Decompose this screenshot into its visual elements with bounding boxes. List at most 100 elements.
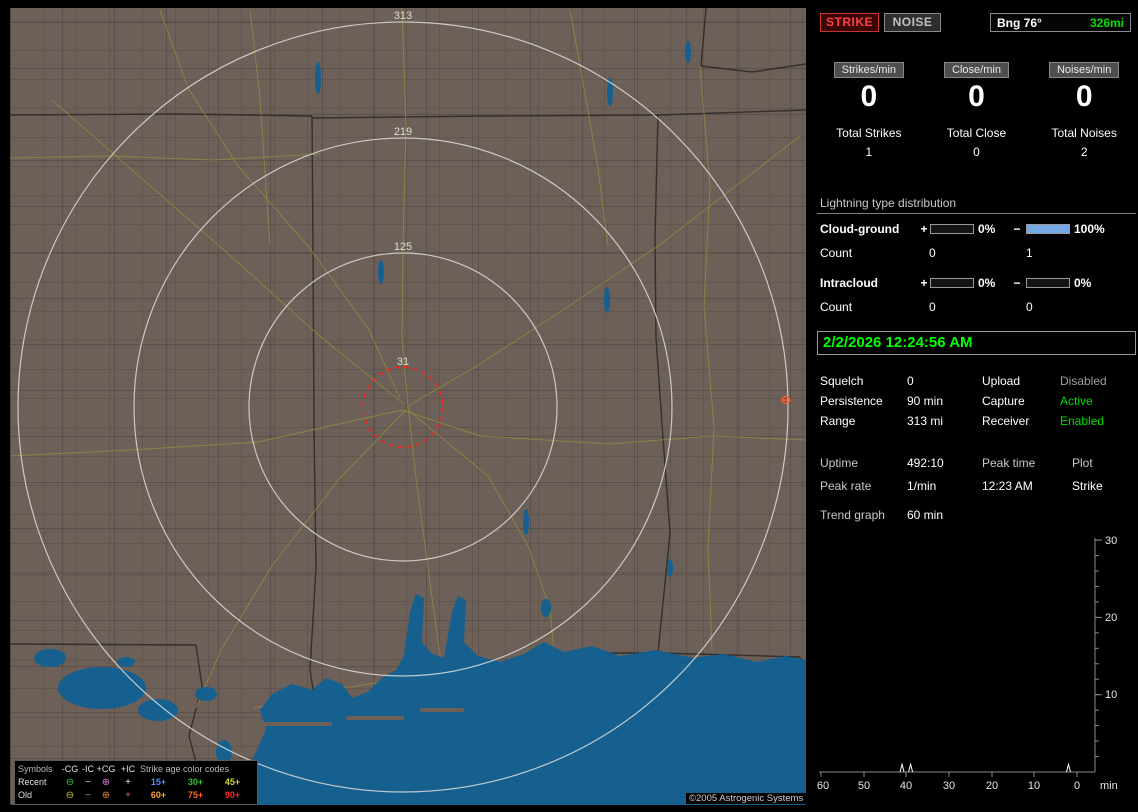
cg-plus-count: 0: [929, 246, 936, 260]
ring-label-125: 125: [394, 241, 412, 253]
legend-row-label: Old: [18, 790, 33, 800]
upload-status: Disabled: [1060, 374, 1107, 388]
noises-per-min-value: 0: [1075, 80, 1093, 113]
receiver-status: Enabled: [1060, 414, 1105, 428]
close-per-min-label: Close/min: [944, 62, 1009, 78]
trend-axes: [819, 538, 1102, 777]
svg-text:30: 30: [943, 780, 955, 792]
app-window: { "credit": "©2005 Astrogenic Systems", …: [0, 0, 1138, 812]
range-label: Range: [820, 414, 856, 428]
cg-minus-bar-fill: [1027, 225, 1069, 233]
plot-value: Strike: [1072, 479, 1103, 493]
age-code: 15+: [150, 777, 167, 787]
minus-sign: −: [1013, 276, 1021, 290]
pos-cg-symbol: ⊕: [101, 777, 111, 788]
receiver-label: Receiver: [982, 414, 1030, 428]
intracloud-label: Intracloud: [820, 276, 879, 290]
total-strikes-label: Total Strikes: [836, 126, 902, 140]
legend-header-row: Symbols -CG -IC +CG +IC Strike age color…: [18, 763, 254, 776]
peak-time-value: 12:23 AM: [982, 479, 1033, 493]
age-code: 75+: [187, 790, 204, 800]
peak-time-label: Peak time: [982, 456, 1036, 470]
cg-minus-percent: 100%: [1074, 222, 1105, 236]
capture-label: Capture: [982, 394, 1025, 408]
persistence-label: Persistence: [820, 394, 883, 408]
svg-text:10: 10: [1105, 689, 1117, 701]
plus-sign: +: [920, 222, 928, 236]
svg-text:10: 10: [1028, 780, 1040, 792]
neg-cg-symbol: ⊖: [65, 777, 75, 788]
copyright-text: ©2005 Astrogenic Systems: [686, 793, 807, 804]
cloud-ground-row: Cloud-ground + 0% − 100%: [815, 222, 1138, 238]
persistence-value: 90 min: [907, 394, 944, 408]
svg-text:40: 40: [900, 780, 912, 792]
status-panel: STRIKE NOISE Bng 76° 326mi Strikes/min 0…: [815, 0, 1138, 812]
close-alarm-ring: [362, 366, 444, 448]
strikes-per-min-label: Strikes/min: [833, 62, 905, 78]
legend-row-label: Recent: [18, 777, 47, 787]
age-code: 60+: [150, 790, 167, 800]
trend-graph-window: 60 min: [907, 508, 944, 522]
peak-rate-label: Peak rate: [820, 479, 872, 493]
svg-text:50: 50: [858, 780, 870, 792]
upload-label: Upload: [982, 374, 1021, 388]
total-close-label: Total Close: [946, 126, 1007, 140]
ic-plus-percent: 0%: [978, 276, 996, 290]
map-canvas[interactable]: 313 219 125 31: [10, 8, 806, 805]
pos-ic-symbol: +: [125, 777, 131, 788]
legend-recent-row: Recent ⊖ − ⊕ + 15+ 30+ 45+: [18, 776, 254, 789]
ring-label-31: 31: [397, 356, 409, 368]
squelch-value: 0: [907, 374, 914, 388]
range-ring-labels: 313 219 125 31: [394, 10, 412, 368]
lightning-map[interactable]: 313 219 125 31 Symbols -CG -IC +CG +IC S…: [10, 8, 806, 805]
legend-type-header: -IC: [82, 764, 94, 774]
uptime-label: Uptime: [820, 456, 859, 470]
age-code: 45+: [224, 777, 241, 787]
age-code: 30+: [187, 777, 204, 787]
svg-text:20: 20: [1105, 612, 1117, 624]
ic-plus-count: 0: [929, 300, 936, 314]
neg-cg-symbol: ⊖: [65, 790, 75, 801]
cloud-ground-count-row: Count 0 1: [815, 246, 1138, 262]
svg-text:20: 20: [986, 780, 998, 792]
trend-y-labels: 30 20 10: [1105, 535, 1117, 701]
strike-mode-button[interactable]: STRIKE: [820, 13, 879, 32]
strikes-per-min-column: Strikes/min 0 Total Strikes 1: [815, 60, 923, 159]
ic-plus-bar: [930, 278, 974, 288]
date-time-display: 2/2/2026 12:24:56 AM: [817, 331, 1136, 355]
noises-per-min-column: Noises/min 0 Total Noises 2: [1030, 60, 1138, 159]
svg-text:60: 60: [817, 780, 829, 792]
svg-text:30: 30: [1105, 535, 1117, 547]
count-label: Count: [820, 246, 853, 260]
noise-mode-button[interactable]: NOISE: [884, 13, 941, 32]
strike-marker: [781, 395, 791, 405]
cg-minus-bar: [1026, 224, 1070, 234]
distribution-title: Lightning type distribution: [817, 196, 1136, 214]
uptime-value: 492:10: [907, 456, 944, 470]
trend-graph-label: Trend graph: [820, 508, 885, 522]
ic-minus-count: 0: [1026, 300, 1033, 314]
trend-strike-spikes: [899, 762, 1071, 773]
age-code: 90+: [224, 790, 241, 800]
total-strikes-value: 1: [865, 145, 873, 159]
trend-x-labels: 60 50 40 30 20 10 0 min: [817, 780, 1118, 792]
intracloud-row: Intracloud + 0% − 0%: [815, 276, 1138, 292]
ring-label-313: 313: [394, 10, 412, 22]
bearing-label: Bng 76°: [997, 15, 1042, 30]
cg-plus-bar: [930, 224, 974, 234]
total-noises-label: Total Noises: [1051, 126, 1117, 140]
pos-cg-symbol: ⊕: [101, 790, 111, 801]
intracloud-count-row: Count 0 0: [815, 300, 1138, 316]
svg-text:0: 0: [1074, 780, 1080, 792]
close-per-min-column: Close/min 0 Total Close 0: [923, 60, 1031, 159]
range-value: 313 mi: [907, 414, 944, 428]
strikes-per-min-value: 0: [860, 80, 878, 113]
cloud-ground-label: Cloud-ground: [820, 222, 900, 236]
close-per-min-value: 0: [968, 80, 985, 113]
capture-status: Active: [1060, 394, 1093, 408]
total-noises-value: 2: [1080, 145, 1088, 159]
map-legend: Symbols -CG -IC +CG +IC Strike age color…: [14, 760, 258, 805]
neg-ic-symbol: −: [85, 790, 91, 801]
water-bodies: [34, 41, 806, 805]
squelch-label: Squelch: [820, 374, 864, 388]
